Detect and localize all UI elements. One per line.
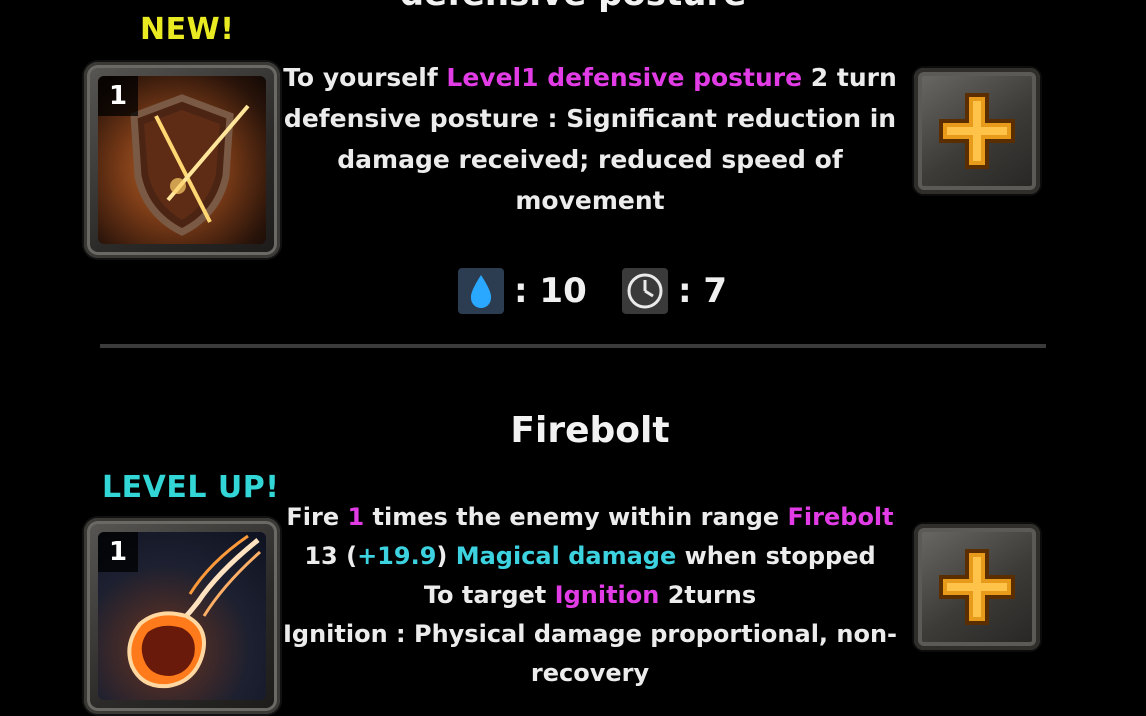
desc-text: recovery <box>530 659 650 687</box>
mana-cost: : 10 <box>458 268 598 314</box>
skill-icon-defensive-posture[interactable]: 1 <box>84 62 280 258</box>
skill-upgrade-button[interactable] <box>914 524 1040 650</box>
desc-text: To yourself <box>283 63 447 92</box>
plus-icon <box>939 549 1015 625</box>
skill-upgrade-button[interactable] <box>914 68 1040 194</box>
skill-title-firebolt: Firebolt <box>510 410 670 451</box>
desc-text: 2turns <box>659 581 757 609</box>
new-badge: NEW! <box>140 12 235 47</box>
plus-icon <box>939 93 1015 169</box>
skill-icon-firebolt[interactable]: 1 <box>84 518 280 714</box>
skill-description: To yourself Level1 defensive posture 2 t… <box>270 57 910 221</box>
level-up-badge: LEVEL UP! <box>102 470 280 505</box>
desc-text: Fire <box>286 503 348 531</box>
desc-text: damage received; reduced speed of <box>337 145 843 174</box>
clock-icon <box>622 268 668 314</box>
desc-highlight: Magical damage <box>455 542 677 570</box>
desc-text: Ignition : Physical damage proportional,… <box>282 620 898 648</box>
desc-highlight: Level1 defensive posture <box>446 63 803 92</box>
cooldown-value: : 7 <box>678 271 728 311</box>
desc-text: 2 turn <box>802 63 897 92</box>
desc-text: when stopped <box>676 542 876 570</box>
water-drop-icon <box>458 268 504 314</box>
desc-highlight: +19.9 <box>357 542 437 570</box>
desc-text: ) <box>436 542 456 570</box>
skill-level-tag: 1 <box>98 76 138 116</box>
mana-cost-value: : 10 <box>514 271 587 311</box>
desc-highlight: Ignition <box>554 581 660 609</box>
desc-text: defensive posture : Significant reductio… <box>283 104 897 133</box>
cooldown: : 7 <box>622 268 742 314</box>
section-divider <box>100 344 1046 348</box>
desc-highlight: 1 <box>347 503 365 531</box>
desc-text: To target <box>423 581 555 609</box>
desc-text: times the enemy within range <box>364 503 788 531</box>
skill-description: Fire 1 times the enemy within range Fire… <box>270 498 910 693</box>
desc-text: movement <box>515 186 665 215</box>
desc-text: 13 ( <box>304 542 358 570</box>
desc-highlight: Firebolt <box>787 503 894 531</box>
skill-level-tag: 1 <box>98 532 138 572</box>
